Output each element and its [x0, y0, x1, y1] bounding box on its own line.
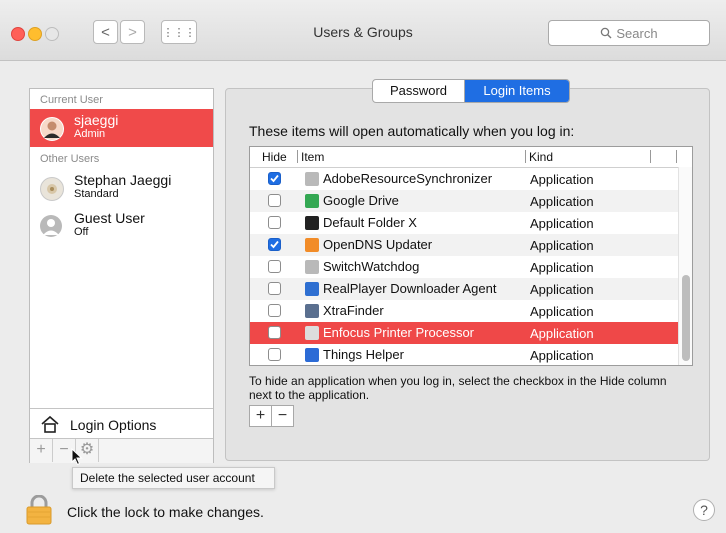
- column-header-hide[interactable]: Hide: [262, 150, 287, 164]
- item-name: RealPlayer Downloader Agent: [323, 281, 497, 296]
- lock-message: Click the lock to make changes.: [67, 504, 264, 520]
- app-icon: [305, 282, 319, 296]
- item-kind: Application: [530, 260, 594, 275]
- search-field[interactable]: Search: [548, 20, 710, 46]
- app-icon: [305, 194, 319, 208]
- column-divider: [676, 150, 677, 163]
- item-kind: Application: [530, 194, 594, 209]
- users-sidebar: Current User sjaeggi Admin Other Users S…: [29, 88, 214, 463]
- vertical-scrollbar[interactable]: [678, 167, 692, 365]
- table-row[interactable]: OpenDNS Updater Application: [250, 234, 678, 256]
- tooltip: Delete the selected user account: [72, 467, 275, 489]
- hide-checkbox[interactable]: [268, 326, 281, 339]
- item-kind: Application: [530, 304, 594, 319]
- user-name: Guest User: [74, 210, 145, 226]
- table-row[interactable]: XtraFinder Application: [250, 300, 678, 322]
- column-divider: [297, 150, 298, 163]
- help-button[interactable]: ?: [693, 499, 715, 521]
- hide-checkbox[interactable]: [268, 216, 281, 229]
- hide-checkbox[interactable]: [268, 304, 281, 317]
- item-kind: Application: [530, 282, 594, 297]
- sidebar-button-bar: + − ⚙: [30, 438, 213, 463]
- hide-checkbox[interactable]: [268, 194, 281, 207]
- table-row[interactable]: Things Helper Application: [250, 344, 678, 365]
- tab-control: Password Login Items: [372, 79, 570, 103]
- app-icon: [305, 260, 319, 274]
- add-login-item-button[interactable]: +: [250, 406, 272, 426]
- column-divider: [650, 150, 651, 163]
- item-kind: Application: [530, 348, 594, 363]
- hide-checkbox[interactable]: [268, 172, 281, 185]
- flower-avatar-icon: [47, 184, 57, 194]
- avatar: [40, 215, 62, 237]
- hide-checkbox[interactable]: [268, 260, 281, 273]
- app-icon: [305, 172, 319, 186]
- app-icon: [305, 216, 319, 230]
- add-user-button[interactable]: +: [30, 439, 53, 462]
- search-icon: [601, 27, 612, 39]
- login-items-table: Hide Item Kind AdobeResourceSynchronizer…: [249, 146, 693, 366]
- login-items-hint: To hide an application when you log in, …: [249, 374, 667, 402]
- app-icon: [305, 326, 319, 340]
- search-placeholder: Search: [616, 25, 658, 41]
- item-name: Enfocus Printer Processor: [323, 325, 475, 340]
- item-name: Default Folder X: [323, 215, 417, 230]
- table-row[interactable]: Default Folder X Application: [250, 212, 678, 234]
- item-name: AdobeResourceSynchronizer: [323, 171, 493, 186]
- avatar: [40, 177, 64, 201]
- login-options-item[interactable]: Login Options: [30, 408, 213, 439]
- table-row[interactable]: RealPlayer Downloader Agent Application: [250, 278, 678, 300]
- app-icon: [305, 304, 319, 318]
- item-name: XtraFinder: [323, 303, 384, 318]
- item-name: Google Drive: [323, 193, 399, 208]
- login-items-buttons: + −: [249, 405, 294, 427]
- tab-login-items[interactable]: Login Items: [465, 80, 569, 102]
- hide-checkbox[interactable]: [268, 348, 281, 361]
- user-photo-icon: [44, 121, 60, 138]
- login-items-intro: These items will open automatically when…: [249, 123, 575, 139]
- scrollbar-thumb[interactable]: [682, 275, 690, 361]
- title-bar: < > ⋮⋮⋮ Users & Groups Search: [0, 0, 726, 61]
- item-name: SwitchWatchdog: [323, 259, 420, 274]
- item-kind: Application: [530, 326, 594, 341]
- guest-user-icon: [43, 219, 59, 235]
- item-name: Things Helper: [323, 347, 404, 362]
- login-options-label: Login Options: [70, 417, 157, 433]
- user-role: Standard: [74, 188, 119, 200]
- sidebar-item-guest-user[interactable]: Guest User Off: [30, 207, 213, 245]
- table-row[interactable]: AdobeResourceSynchronizer Application: [250, 168, 678, 190]
- user-role: Off: [74, 226, 89, 238]
- checkmark-icon: [270, 174, 279, 183]
- house-icon: [41, 415, 59, 433]
- column-header-item[interactable]: Item: [301, 150, 324, 164]
- current-user-role: Admin: [74, 128, 106, 140]
- sidebar-item-stephan-jaeggi[interactable]: Stephan Jaeggi Standard: [30, 169, 213, 207]
- user-name: Stephan Jaeggi: [74, 172, 172, 188]
- column-header-kind[interactable]: Kind: [529, 150, 553, 164]
- table-row[interactable]: Enfocus Printer Processor Application: [250, 322, 678, 344]
- table-row[interactable]: SwitchWatchdog Application: [250, 256, 678, 278]
- current-user-name: sjaeggi: [74, 112, 119, 128]
- item-kind: Application: [530, 172, 594, 187]
- sidebar-item-current-user[interactable]: sjaeggi Admin: [30, 109, 213, 147]
- avatar: [40, 117, 64, 141]
- hide-checkbox[interactable]: [268, 282, 281, 295]
- lock-icon[interactable]: [26, 495, 52, 525]
- checkmark-icon: [270, 240, 279, 249]
- mouse-pointer-icon: [71, 448, 83, 466]
- app-icon: [305, 238, 319, 252]
- item-name: OpenDNS Updater: [323, 237, 433, 252]
- item-kind: Application: [530, 238, 594, 253]
- item-kind: Application: [530, 216, 594, 231]
- current-user-header: Current User: [40, 94, 103, 106]
- other-users-header: Other Users: [40, 153, 100, 165]
- tab-password[interactable]: Password: [373, 80, 465, 102]
- hide-checkbox[interactable]: [268, 238, 281, 251]
- remove-login-item-button[interactable]: −: [272, 406, 293, 426]
- table-header: Hide Item Kind: [250, 147, 692, 168]
- column-divider: [525, 150, 526, 163]
- table-row[interactable]: Google Drive Application: [250, 190, 678, 212]
- app-icon: [305, 348, 319, 362]
